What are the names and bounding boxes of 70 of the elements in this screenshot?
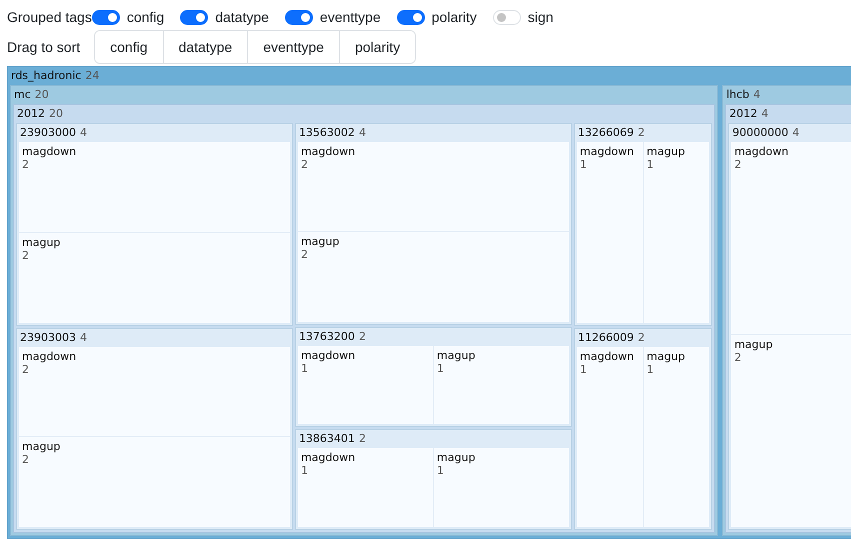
- leaf-count: 2: [300, 158, 309, 171]
- sort-tab[interactable]: polarity: [338, 31, 416, 63]
- toggle-switch[interactable]: [92, 10, 120, 24]
- leaf-name: magdown: [22, 145, 78, 158]
- leaf-name: magdown: [580, 350, 635, 362]
- leaf-count: 1: [300, 362, 309, 374]
- node-count: 2: [358, 330, 366, 342]
- leaf-name: magdown: [300, 348, 356, 362]
- node-name: 23903000: [20, 126, 76, 139]
- node-count: 24: [85, 69, 100, 82]
- leaf-count: 1: [580, 158, 588, 171]
- node-name: 13563002: [298, 126, 355, 139]
- leaf-count: 2: [734, 158, 742, 171]
- leaf-count: 1: [436, 464, 445, 478]
- node-count: 2: [638, 330, 645, 344]
- leaf-count: 1: [300, 464, 309, 478]
- leaf-count: 2: [22, 158, 30, 171]
- leaf-name: magdown: [300, 451, 356, 464]
- leaf-name: magup: [646, 145, 686, 158]
- toggle-switch[interactable]: [396, 10, 425, 24]
- leaf-name: magup: [22, 236, 62, 249]
- leaf-name: magup: [436, 451, 476, 464]
- toggle-switch[interactable]: [284, 10, 313, 24]
- leaf-count: 1: [580, 362, 588, 376]
- leaf-name: magup: [436, 348, 476, 362]
- node-name: 13266069: [578, 126, 634, 139]
- node-count: 4: [761, 107, 768, 120]
- toggle-label[interactable]: sign: [528, 9, 554, 25]
- leaf-count: 2: [22, 362, 30, 376]
- leaf-count: 1: [646, 158, 655, 171]
- node-count: 20: [34, 88, 49, 101]
- node-name: 13863401: [298, 432, 355, 446]
- node-name: mc: [14, 88, 31, 101]
- node-count: 2: [358, 432, 366, 446]
- leaf-name: magup: [734, 338, 774, 351]
- leaf-count: 2: [300, 248, 309, 262]
- node-name: 13763200: [298, 330, 355, 342]
- leaf-name: magup: [646, 350, 686, 362]
- leaf-name: magup: [22, 440, 62, 454]
- leaf-count: 1: [646, 362, 655, 376]
- node-name: 11266009: [578, 330, 634, 344]
- leaf-count: 2: [22, 248, 30, 262]
- node-name: rds_hadronic: [11, 69, 82, 82]
- toggle-label[interactable]: datatype: [215, 9, 269, 25]
- leaf-name: magdown: [734, 145, 790, 158]
- node-name: 2012: [17, 107, 45, 120]
- leaf-count: 2: [22, 453, 30, 466]
- node-name: lhcb: [726, 88, 750, 101]
- leaf-name: magup: [300, 235, 340, 248]
- node-name: 23903003: [20, 330, 76, 344]
- leaf-name: magdown: [300, 145, 356, 158]
- node-count: 4: [792, 126, 800, 139]
- toggle-label[interactable]: eventtype: [320, 9, 381, 25]
- leaf-name: magdown: [22, 350, 78, 362]
- toggle-switch[interactable]: [180, 10, 208, 24]
- leaf-count: 2: [734, 351, 742, 364]
- leaf-count: 1: [436, 362, 445, 374]
- node-count: 2: [638, 126, 645, 139]
- leaf-name: magdown: [580, 145, 635, 158]
- node-count: 4: [358, 126, 366, 139]
- node-count: 4: [80, 126, 87, 139]
- node-count: 20: [49, 107, 63, 120]
- grouped-tags-label: Grouped tags: [7, 9, 92, 25]
- node-name: 2012: [729, 107, 758, 120]
- toggle-label[interactable]: config: [126, 9, 164, 25]
- toggle-label[interactable]: polarity: [432, 9, 477, 25]
- node-count: 4: [80, 330, 87, 344]
- node-name: 90000000: [732, 126, 788, 139]
- node-count: 4: [753, 88, 760, 101]
- drag-to-sort-label: Drag to sort: [7, 39, 80, 55]
